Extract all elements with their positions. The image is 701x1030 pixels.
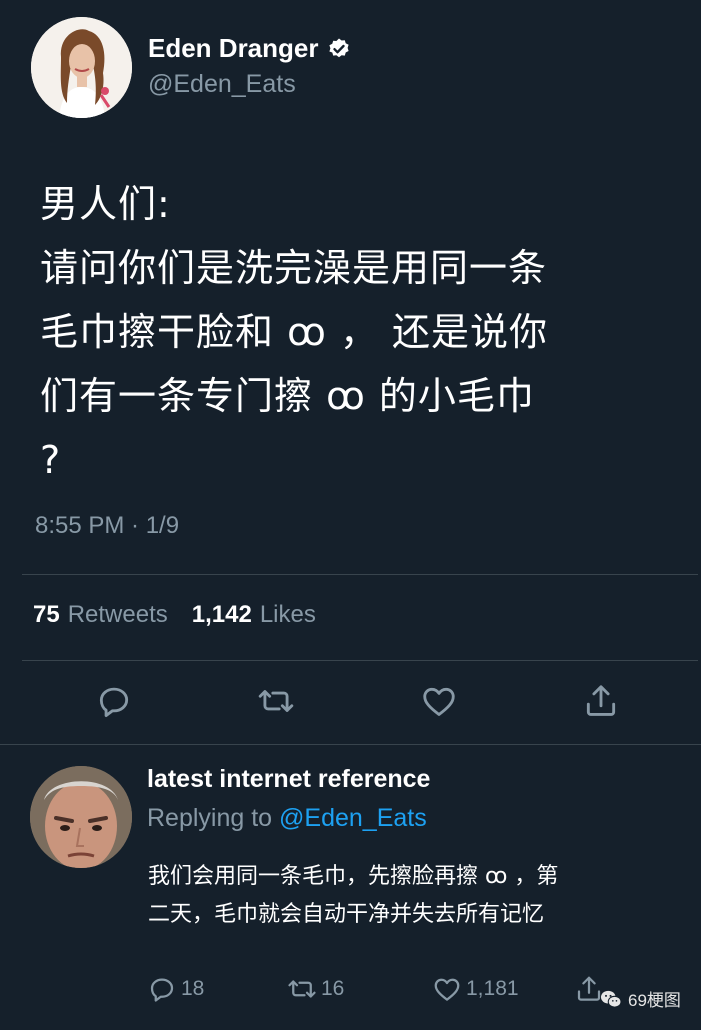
retweets-label[interactable]: Retweets	[68, 601, 168, 629]
reply-retweet-count: 16	[321, 977, 345, 1000]
reply-like-button[interactable]: 1,181	[432, 974, 519, 1004]
reply-icon	[99, 687, 129, 717]
replying-to-line: Replying to @Eden_Eats	[147, 804, 427, 833]
retweet-icon	[258, 690, 294, 712]
watermark-text: 69梗图	[628, 991, 681, 1010]
like-button[interactable]	[417, 679, 461, 723]
author-name[interactable]: Eden Dranger	[148, 33, 351, 64]
author-avatar[interactable]	[31, 17, 132, 118]
heart-icon	[423, 687, 455, 716]
author-avatar-image	[31, 17, 132, 118]
wechat-icon	[601, 990, 622, 1008]
reply-like-count: 1,181	[466, 977, 519, 1000]
retweets-count[interactable]: 75	[33, 601, 60, 629]
heart-icon	[434, 978, 460, 1001]
likes-count[interactable]: 1,142	[192, 601, 252, 629]
author-handle[interactable]: @Eden_Eats	[148, 70, 296, 99]
reply-button[interactable]	[92, 679, 136, 723]
tweet-text: 男人们: 请问你们是洗完澡是用同一条 毛巾擦干脸和 ꝏ ， 还是说你 们有一条专…	[40, 182, 548, 482]
retweet-button[interactable]	[254, 679, 298, 723]
author-name-text[interactable]: Eden Dranger	[148, 33, 319, 64]
reply-retweet-button[interactable]: 16	[287, 974, 344, 1004]
divider	[22, 574, 698, 575]
retweet-icon	[288, 980, 316, 998]
share-button[interactable]	[579, 679, 623, 723]
reply-text: 我们会用同一条毛巾，先擦脸再擦 ꝏ ，第 二天，毛巾就会自动干净并失去所有记忆	[148, 864, 559, 927]
reply-author-avatar[interactable]	[30, 766, 132, 868]
replying-to-mention[interactable]: @Eden_Eats	[279, 804, 427, 832]
divider	[22, 660, 698, 661]
share-icon	[586, 685, 616, 716]
divider	[0, 744, 701, 745]
replying-to-label: Replying to	[147, 804, 273, 832]
likes-label[interactable]: Likes	[260, 601, 316, 629]
watermark: 69梗图	[600, 986, 681, 1011]
tweet-timestamp[interactable]: 8:55 PM · 1/9	[35, 512, 179, 540]
reply-reply-count: 18	[181, 977, 205, 1000]
reply-author-name[interactable]: latest internet reference	[147, 765, 430, 794]
reply-icon	[150, 978, 174, 1002]
reply-author-avatar-image	[30, 766, 132, 868]
tweet-stats: 75 Retweets 1,142 Likes	[33, 601, 316, 629]
verified-badge-icon	[328, 38, 349, 57]
reply-reply-button[interactable]: 18	[147, 974, 204, 1004]
